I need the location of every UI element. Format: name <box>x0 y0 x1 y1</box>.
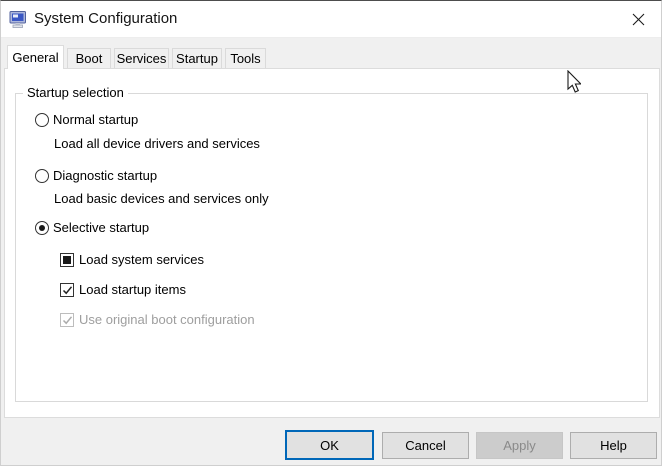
indeterminate-mark-icon <box>63 256 71 264</box>
tab-boot[interactable]: Boot <box>67 48 111 68</box>
close-icon <box>632 13 645 25</box>
tab-services[interactable]: Services <box>114 48 169 68</box>
checkmark-icon <box>62 285 72 294</box>
use-original-boot-configuration-label: Use original boot configuration <box>79 312 255 327</box>
system-configuration-window: System Configuration General Boot Servic… <box>0 0 662 466</box>
normal-startup-radio[interactable] <box>35 113 49 127</box>
cancel-button[interactable]: Cancel <box>382 432 469 459</box>
titlebar: System Configuration <box>1 1 661 38</box>
checkmark-icon <box>62 315 72 324</box>
window-title: System Configuration <box>34 10 178 27</box>
apply-button: Apply <box>476 432 563 459</box>
tab-general[interactable]: General <box>7 45 64 69</box>
normal-startup-label[interactable]: Normal startup <box>53 112 138 127</box>
use-original-boot-configuration-checkbox <box>60 313 74 327</box>
mouse-cursor-icon <box>567 70 581 93</box>
startup-selection-group-label: Startup selection <box>23 85 128 100</box>
tab-tools[interactable]: Tools <box>225 48 266 68</box>
close-button[interactable] <box>616 1 661 37</box>
msconfig-app-icon <box>9 11 26 28</box>
ok-button[interactable]: OK <box>285 430 374 460</box>
help-button[interactable]: Help <box>570 432 657 459</box>
load-startup-items-label[interactable]: Load startup items <box>79 282 186 297</box>
selective-startup-radio[interactable] <box>35 221 49 235</box>
load-system-services-checkbox[interactable] <box>60 253 74 267</box>
load-system-services-label[interactable]: Load system services <box>79 252 204 267</box>
selective-startup-label[interactable]: Selective startup <box>53 220 149 235</box>
diagnostic-startup-description: Load basic devices and services only <box>54 191 269 206</box>
tab-startup[interactable]: Startup <box>172 48 222 68</box>
normal-startup-description: Load all device drivers and services <box>54 136 260 151</box>
diagnostic-startup-label[interactable]: Diagnostic startup <box>53 168 157 183</box>
diagnostic-startup-radio[interactable] <box>35 169 49 183</box>
load-startup-items-checkbox[interactable] <box>60 283 74 297</box>
